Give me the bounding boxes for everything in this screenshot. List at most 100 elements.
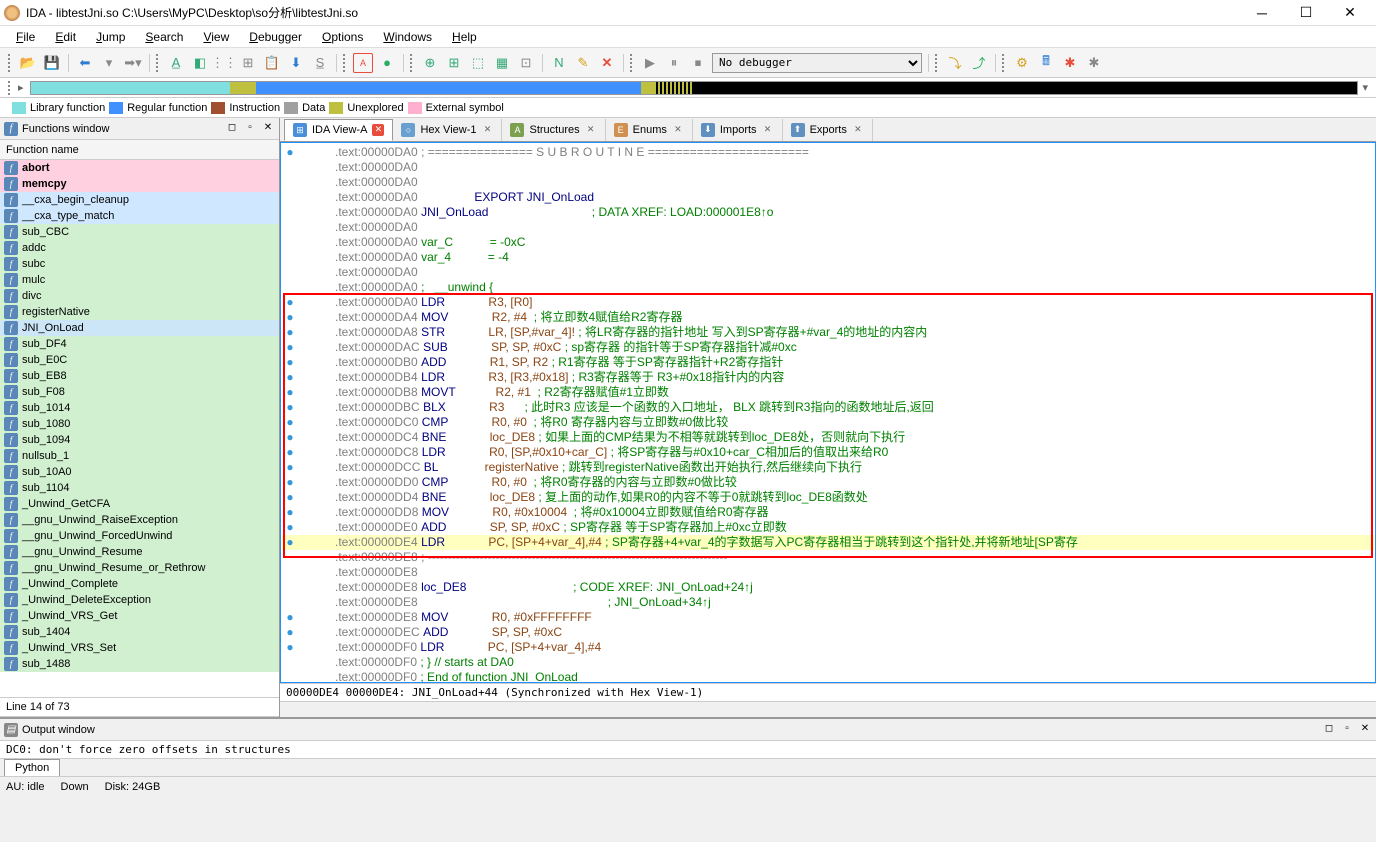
disasm-line[interactable]: ●.text:00000DA8 STR LR, [SP,#var_4]! ; 将…	[281, 325, 1375, 340]
tab-imports[interactable]: ⬇Imports✕	[693, 119, 783, 141]
panel-close-icon[interactable]: ✕	[261, 122, 275, 136]
seq-icon[interactable]: ⋮⋮	[214, 53, 234, 73]
disasm-line[interactable]: .text:00000DE8 ; JNI_OnLoad+34↑j	[281, 595, 1375, 610]
function-row[interactable]: fmulc	[0, 272, 279, 288]
pause-icon[interactable]: ⏸	[664, 53, 684, 73]
disasm-line[interactable]: .text:00000DA0 var_C = -0xC	[281, 235, 1375, 250]
forward2-icon[interactable]: ➡▾	[123, 53, 143, 73]
disasm-line[interactable]: .text:00000DA0	[281, 220, 1375, 235]
function-row[interactable]: f_Unwind_GetCFA	[0, 496, 279, 512]
function-row[interactable]: f__gnu_Unwind_RaiseException	[0, 512, 279, 528]
menu-search[interactable]: Search	[137, 28, 191, 46]
function-row[interactable]: fmemcpy	[0, 176, 279, 192]
delete-icon[interactable]: ✕	[597, 53, 617, 73]
disasm-line[interactable]: ●.text:00000DD4 BNE loc_DE8 ; 复上面的动作,如果R…	[281, 490, 1375, 505]
save-icon[interactable]: 💾	[42, 53, 62, 73]
disasm-line[interactable]: .text:00000DA0 EXPORT JNI_OnLoad	[281, 190, 1375, 205]
debugger-select[interactable]: No debugger	[712, 53, 922, 73]
navigation-strip[interactable]	[30, 81, 1359, 95]
disasm-line[interactable]: .text:00000DA0 var_4 = -4	[281, 250, 1375, 265]
tab-close-icon[interactable]: ✕	[852, 124, 864, 136]
code-icon[interactable]: ⊕	[420, 53, 440, 73]
breakpoint-icon[interactable]: ●	[377, 53, 397, 73]
tab-close-icon[interactable]: ✕	[585, 124, 597, 136]
function-row[interactable]: fsub_10A0	[0, 464, 279, 480]
function-row[interactable]: f_Unwind_DeleteException	[0, 592, 279, 608]
down-icon[interactable]: ⬇	[286, 53, 306, 73]
forward-icon[interactable]: ▾	[99, 53, 119, 73]
function-row[interactable]: fsub_1404	[0, 624, 279, 640]
function-row[interactable]: f_Unwind_VRS_Get	[0, 608, 279, 624]
panel-undock-icon[interactable]: ◻	[225, 122, 239, 136]
disassembly-view[interactable]: ●.text:00000DA0 ; =============== S U B …	[280, 142, 1376, 683]
tab-exports[interactable]: ⬆Exports✕	[783, 119, 873, 141]
function-row[interactable]: f_Unwind_VRS_Set	[0, 640, 279, 656]
functions-column-header[interactable]: Function name	[0, 140, 279, 160]
function-row[interactable]: fabort	[0, 160, 279, 176]
binary-icon[interactable]: ◧	[190, 53, 210, 73]
menu-view[interactable]: View	[195, 28, 237, 46]
disasm-line[interactable]: ●.text:00000DE0 ADD SP, SP, #0xC ; SP寄存器…	[281, 520, 1375, 535]
function-row[interactable]: faddc	[0, 240, 279, 256]
disasm-line[interactable]: ●.text:00000DA0 ; =============== S U B …	[281, 145, 1375, 160]
function-row[interactable]: fdivc	[0, 288, 279, 304]
menu-help[interactable]: Help	[444, 28, 485, 46]
tab-close-icon[interactable]: ✕	[672, 124, 684, 136]
disasm-line[interactable]: ●.text:00000DE8 MOV R0, #0xFFFFFFFF	[281, 610, 1375, 625]
disasm-line[interactable]: ●.text:00000DBC BLX R3 ; 此时R3 应该是一个函数的入口…	[281, 400, 1375, 415]
output-undock-icon[interactable]: ◻	[1322, 723, 1336, 737]
function-row[interactable]: fsub_1488	[0, 656, 279, 672]
options-icon[interactable]: ⚙	[1012, 53, 1032, 73]
disasm-line[interactable]: .text:00000DA0	[281, 265, 1375, 280]
x1-icon[interactable]: ✱	[1060, 53, 1080, 73]
function-row[interactable]: fJNI_OnLoad	[0, 320, 279, 336]
x2-icon[interactable]: ✱	[1084, 53, 1104, 73]
tab-close-icon[interactable]: ✕	[372, 124, 384, 136]
imm-icon[interactable]: ⊞	[238, 53, 258, 73]
function-row[interactable]: fsub_CBC	[0, 224, 279, 240]
function-row[interactable]: fsub_DF4	[0, 336, 279, 352]
function-row[interactable]: fsub_F08	[0, 384, 279, 400]
stop-icon[interactable]: ⏹	[688, 53, 708, 73]
rename-icon[interactable]: N	[549, 53, 569, 73]
function-row[interactable]: f__gnu_Unwind_ForcedUnwind	[0, 528, 279, 544]
tab-structures[interactable]: AStructures✕	[502, 119, 605, 141]
disasm-line[interactable]: ●.text:00000DB4 LDR R3, [R3,#0x18] ; R3寄…	[281, 370, 1375, 385]
h-scrollbar[interactable]	[280, 701, 1376, 717]
open-icon[interactable]: 📂	[18, 53, 38, 73]
tab-hex-view-1[interactable]: ○Hex View-1✕	[393, 119, 502, 141]
menu-debugger[interactable]: Debugger	[241, 28, 310, 46]
function-row[interactable]: f__gnu_Unwind_Resume	[0, 544, 279, 560]
disasm-line[interactable]: ●.text:00000DB0 ADD R1, SP, R2 ; R1寄存器 等…	[281, 355, 1375, 370]
function-row[interactable]: fsub_1094	[0, 432, 279, 448]
back-icon[interactable]: ⬅	[75, 53, 95, 73]
disasm-line[interactable]: .text:00000DF0 ; End of function JNI_OnL…	[281, 670, 1375, 683]
edit-icon[interactable]: ✎	[573, 53, 593, 73]
tab-ida-view-a[interactable]: ⊞IDA View-A✕	[284, 119, 393, 141]
disasm-line[interactable]: .text:00000DE8 ; -----------------------…	[281, 550, 1375, 565]
run-icon[interactable]: ▶	[640, 53, 660, 73]
menu-edit[interactable]: Edit	[47, 28, 84, 46]
disasm-line[interactable]: ●.text:00000DCC BL registerNative ; 跳转到r…	[281, 460, 1375, 475]
tab-close-icon[interactable]: ✕	[762, 124, 774, 136]
strings-icon[interactable]: S̲	[310, 53, 330, 73]
names-icon[interactable]: 📋	[262, 53, 282, 73]
tab-enums[interactable]: EEnums✕	[606, 119, 693, 141]
function-row[interactable]: fsub_E0C	[0, 352, 279, 368]
output-close-icon[interactable]: ✕	[1358, 723, 1372, 737]
output-max-icon[interactable]: ▫	[1340, 723, 1354, 737]
undef-icon[interactable]: ⊡	[516, 53, 536, 73]
disasm-line[interactable]: ●.text:00000DEC ADD SP, SP, #0xC	[281, 625, 1375, 640]
disasm-line[interactable]: ●.text:00000DC8 LDR R0, [SP,#0x10+car_C]…	[281, 445, 1375, 460]
function-row[interactable]: fnullsub_1	[0, 448, 279, 464]
menu-file[interactable]: File	[8, 28, 43, 46]
close-button[interactable]: ✕	[1328, 0, 1372, 26]
function-row[interactable]: f__cxa_begin_cleanup	[0, 192, 279, 208]
disasm-line[interactable]: ●.text:00000DD0 CMP R0, #0 ; 将R0寄存器的内容与立…	[281, 475, 1375, 490]
functions-list[interactable]: fabortfmemcpyf__cxa_begin_cleanupf__cxa_…	[0, 160, 279, 697]
disasm-line[interactable]: .text:00000DA0 JNI_OnLoad ; DATA XREF: L…	[281, 205, 1375, 220]
disasm-line[interactable]: ●.text:00000DAC SUB SP, SP, #0xC ; sp寄存器…	[281, 340, 1375, 355]
step-into-icon[interactable]: ⤵	[945, 53, 965, 73]
disasm-line[interactable]: .text:00000DF0 ; } // starts at DA0	[281, 655, 1375, 670]
data-icon[interactable]: ⊞	[444, 53, 464, 73]
